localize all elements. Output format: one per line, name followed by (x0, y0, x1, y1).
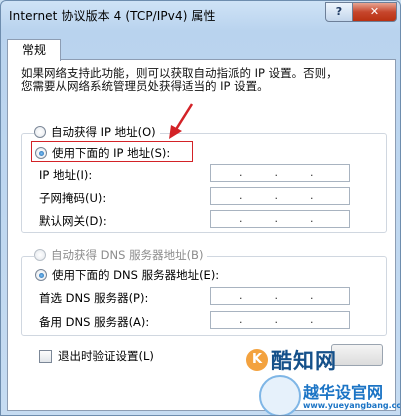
ip-address-label: IP 地址(I): (39, 168, 93, 182)
manual-dns-radio[interactable] (35, 269, 47, 281)
advanced-button[interactable] (331, 344, 383, 366)
description-text: 如果网络支持此功能，则可以获取自动指派的 IP 设置。否则， 您需要从网络系统管… (21, 67, 338, 93)
highlight-box (31, 141, 193, 162)
manual-dns-label: 使用下面的 DNS 服务器地址(E): (52, 268, 220, 282)
title-bar[interactable]: Internet 协议版本 4 (TCP/IPv4) 属性 ? ✕ (1, 1, 400, 29)
description-line-2: 您需要从网络系统管理员处获得适当的 IP 设置。 (21, 79, 269, 93)
default-gateway-input[interactable]: ... (210, 210, 350, 228)
help-button[interactable]: ? (325, 2, 353, 22)
kuzhi-logo-icon: K (246, 349, 268, 371)
subnet-mask-input[interactable]: ... (210, 187, 350, 205)
preferred-dns-input[interactable]: ... (210, 287, 350, 305)
default-gateway-label: 默认网关(D): (39, 214, 107, 228)
auto-ip-radio[interactable] (34, 126, 46, 138)
validate-on-exit-label: 退出时验证设置(L) (58, 349, 154, 363)
alternate-dns-input[interactable]: ... (210, 311, 350, 329)
preferred-dns-label: 首选 DNS 服务器(P): (39, 291, 149, 305)
validate-on-exit-option[interactable]: 退出时验证设置(L) (39, 348, 154, 364)
subnet-mask-label: 子网掩码(U): (39, 191, 107, 205)
auto-dns-radio[interactable] (34, 249, 46, 261)
window-title: Internet 协议版本 4 (TCP/IPv4) 属性 (9, 9, 216, 23)
alternate-dns-label: 备用 DNS 服务器(A): (39, 315, 150, 329)
close-button[interactable]: ✕ (352, 2, 397, 22)
watermark-kuzhi: K 酷知网 (246, 345, 337, 375)
red-arrow-icon (169, 103, 194, 139)
watermark-yueyang: 越华设官网 www.yueyangbang.com (259, 373, 401, 415)
auto-dns-option[interactable]: 自动获得 DNS 服务器地址(B) (34, 247, 208, 263)
ip-address-input[interactable]: ... (210, 164, 350, 182)
auto-ip-option[interactable]: 自动获得 IP 地址(O) (34, 124, 160, 140)
tab-general[interactable]: 常规 (7, 39, 61, 61)
kuzhi-text: 酷知网 (271, 349, 337, 373)
auto-dns-label: 自动获得 DNS 服务器地址(B) (51, 248, 204, 262)
yueyang-text: 越华设官网 (303, 383, 384, 402)
manual-dns-option[interactable]: 使用下面的 DNS 服务器地址(E): (35, 267, 219, 283)
validate-on-exit-checkbox[interactable] (39, 349, 52, 363)
yueyang-url: www.yueyangbang.com (303, 401, 401, 410)
auto-ip-label: 自动获得 IP 地址(O) (51, 125, 156, 139)
yueyang-logo-icon (259, 375, 301, 415)
dialog-window: Internet 协议版本 4 (TCP/IPv4) 属性 ? ✕ 常规 如果网… (0, 0, 401, 416)
